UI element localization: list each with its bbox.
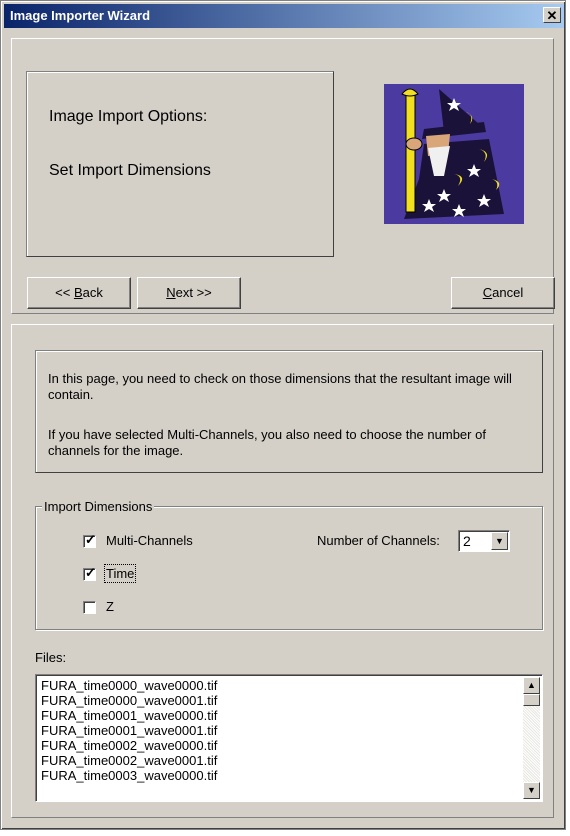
back-button-prefix: <<	[55, 285, 74, 300]
files-scrollbar[interactable]: ▲ ▼	[523, 677, 540, 799]
list-item[interactable]: FURA_time0000_wave0001.tif	[41, 693, 511, 708]
time-label[interactable]: Time	[103, 564, 137, 583]
files-list: FURA_time0000_wave0000.tif FURA_time0000…	[41, 678, 511, 783]
info-box: In this page, you need to check on those…	[35, 350, 543, 473]
close-button[interactable]: ✕	[543, 7, 561, 23]
cancel-button-suffix: ancel	[492, 285, 524, 300]
check-icon: ✓	[85, 565, 96, 580]
info-paragraph-1: In this page, you need to check on those…	[48, 371, 512, 402]
header-title: Image Import Options:	[49, 108, 208, 125]
z-label[interactable]: Z	[106, 599, 114, 614]
chevron-up-icon: ▲	[527, 680, 536, 690]
list-item[interactable]: FURA_time0003_wave0000.tif	[41, 768, 511, 783]
header-box: Image Import Options: Set Import Dimensi…	[26, 71, 334, 257]
files-label: Files:	[35, 650, 67, 665]
list-item[interactable]: FURA_time0002_wave0001.tif	[41, 753, 511, 768]
group-label: Import Dimensions	[42, 499, 155, 514]
files-listbox[interactable]: FURA_time0000_wave0000.tif FURA_time0000…	[35, 674, 543, 802]
channels-label: Number of Channels:	[317, 533, 440, 548]
wizard-icon	[384, 84, 524, 224]
channels-value: 2	[463, 533, 471, 549]
title-bar[interactable]: Image Importer Wizard ✕	[4, 4, 564, 28]
back-button-hotkey: B	[73, 285, 83, 300]
list-item[interactable]: FURA_time0002_wave0000.tif	[41, 738, 511, 753]
multi-channels-checkbox[interactable]: ✓	[83, 532, 96, 548]
list-item[interactable]: FURA_time0000_wave0000.tif	[41, 678, 511, 693]
next-button-hotkey: N	[166, 285, 176, 300]
window-title: Image Importer Wizard	[10, 8, 151, 23]
z-checkbox[interactable]	[83, 601, 96, 614]
scroll-down-button[interactable]: ▼	[523, 782, 540, 799]
time-checkbox[interactable]: ✓	[83, 565, 96, 581]
cancel-button[interactable]: Cancel	[451, 277, 555, 309]
wizard-illustration	[384, 84, 524, 224]
chevron-down-icon[interactable]: ▼	[491, 532, 508, 550]
list-item[interactable]: FURA_time0001_wave0001.tif	[41, 723, 511, 738]
next-button-suffix: ext >>	[175, 285, 212, 300]
header-subtitle: Set Import Dimensions	[49, 162, 211, 179]
chevron-down-icon: ▼	[527, 785, 536, 795]
info-paragraph-2: If you have selected Multi-Channels, you…	[48, 427, 486, 458]
channels-select[interactable]: 2 ▼	[458, 530, 510, 552]
back-button-suffix: ack	[82, 285, 103, 300]
multi-channels-label[interactable]: Multi-Channels	[106, 533, 193, 548]
back-button[interactable]: << Back	[27, 277, 131, 309]
close-icon: ✕	[546, 8, 558, 23]
cancel-button-hotkey: C	[482, 285, 493, 300]
next-button[interactable]: Next >>	[137, 277, 241, 309]
check-icon: ✓	[85, 532, 96, 547]
scroll-thumb[interactable]	[523, 694, 540, 706]
scroll-up-button[interactable]: ▲	[523, 677, 540, 694]
list-item[interactable]: FURA_time0001_wave0000.tif	[41, 708, 511, 723]
